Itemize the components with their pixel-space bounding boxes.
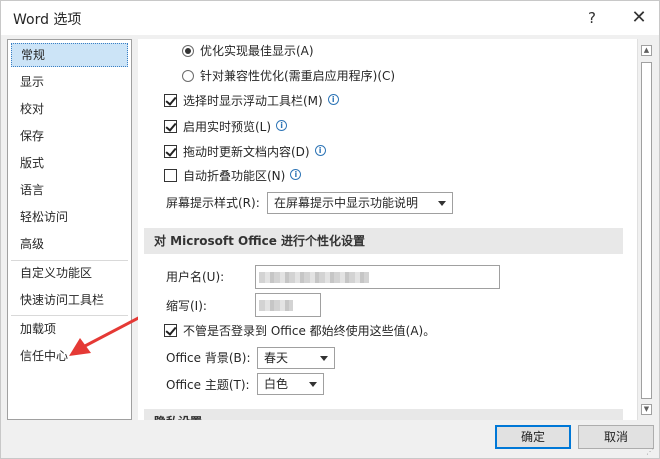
checkbox-always-use-label: 不管是否登录到 Office 都始终使用这些值(A)。 (183, 324, 436, 338)
nav-item-accessibility[interactable]: 轻松访问 (11, 205, 128, 229)
nav-item-typography[interactable]: 版式 (11, 151, 128, 175)
section-personalize-header: 对 Microsoft Office 进行个性化设置 (144, 228, 623, 254)
resize-grip-icon[interactable]: ⋰ (646, 447, 654, 456)
options-category-list: 常规 显示 校对 保存 版式 语言 轻松访问 高级 自定义功能区 快速访问工具栏… (7, 39, 132, 420)
ok-button[interactable]: 确定 (495, 425, 571, 449)
screentip-style-value: 在屏幕提示中显示功能说明 (274, 196, 419, 210)
chevron-down-icon (320, 356, 328, 361)
chevron-down-icon (438, 201, 446, 206)
office-background-dropdown[interactable]: 春天 (257, 347, 335, 369)
radio-unselected-icon (182, 70, 194, 82)
checkbox-drag-update[interactable]: 拖动时更新文档内容(D) i (164, 142, 326, 162)
username-input[interactable] (255, 265, 500, 289)
checkbox-mini-toolbar[interactable]: 选择时显示浮动工具栏(M) i (164, 91, 339, 111)
radio-optimize-label: 优化实现最佳显示(A) (200, 44, 314, 58)
info-icon: i (290, 169, 302, 180)
checkbox-live-preview-label: 启用实时预览(L) (183, 120, 272, 134)
nav-item-advanced[interactable]: 高级 (11, 232, 128, 256)
checkbox-checked-icon (164, 324, 177, 337)
checkbox-checked-icon (164, 145, 177, 158)
office-theme-value: 白色 (264, 377, 289, 391)
initials-label: 缩写(I): (166, 299, 207, 313)
nav-item-proofing[interactable]: 校对 (11, 97, 128, 121)
nav-item-quick-access-toolbar[interactable]: 快速访问工具栏 (11, 288, 128, 312)
nav-item-customize-ribbon[interactable]: 自定义功能区 (11, 261, 128, 285)
close-button[interactable]: ✕ (625, 5, 653, 31)
initials-input[interactable] (255, 293, 321, 317)
checkbox-drag-update-label: 拖动时更新文档内容(D) (183, 145, 310, 159)
screentip-style-label: 屏幕提示样式(R): (166, 196, 260, 210)
help-button[interactable]: ? (578, 5, 606, 31)
nav-item-save[interactable]: 保存 (11, 124, 128, 148)
radio-compatibility[interactable]: 针对兼容性优化(需重启应用程序)(C) (182, 66, 395, 86)
content-scrollbar[interactable]: ▲ ▼ (637, 39, 654, 420)
checkbox-mini-toolbar-label: 选择时显示浮动工具栏(M) (183, 94, 323, 108)
radio-selected-icon (182, 45, 194, 57)
checkbox-checked-icon (164, 120, 177, 133)
section-privacy-header: 隐私设置 (144, 409, 623, 420)
word-options-dialog: Word 选项 ? ✕ 常规 显示 校对 保存 版式 语言 轻松访问 高级 自定… (0, 0, 660, 459)
redacted-text (259, 272, 369, 283)
nav-item-language[interactable]: 语言 (11, 178, 128, 202)
general-options-panel: 优化实现最佳显示(A) 针对兼容性优化(需重启应用程序)(C) 选择时显示浮动工… (138, 39, 637, 420)
scroll-down-arrow-icon[interactable]: ▼ (641, 404, 652, 415)
checkbox-collapse-label: 自动折叠功能区(N) (183, 169, 286, 183)
checkbox-collapse-ribbon[interactable]: 自动折叠功能区(N) i (164, 166, 302, 186)
checkbox-live-preview[interactable]: 启用实时预览(L) i (164, 117, 288, 137)
cancel-button[interactable]: 取消 (578, 425, 654, 449)
info-icon: i (327, 94, 339, 105)
scroll-up-arrow-icon[interactable]: ▲ (641, 45, 652, 56)
info-icon: i (314, 145, 326, 156)
chevron-down-icon (309, 382, 317, 387)
scroll-thumb[interactable] (641, 62, 652, 399)
window-title: Word 选项 (13, 12, 82, 28)
office-theme-dropdown[interactable]: 白色 (257, 373, 324, 395)
radio-optimize-display[interactable]: 优化实现最佳显示(A) (182, 41, 314, 61)
title-bar: Word 选项 ? ✕ (1, 1, 659, 35)
checkbox-always-use-values[interactable]: 不管是否登录到 Office 都始终使用这些值(A)。 (164, 321, 435, 341)
nav-item-general[interactable]: 常规 (11, 43, 128, 67)
redacted-text (259, 300, 293, 311)
info-icon: i (276, 120, 288, 131)
radio-compat-label: 针对兼容性优化(需重启应用程序)(C) (200, 69, 396, 83)
office-background-label: Office 背景(B): (166, 351, 251, 365)
office-theme-label: Office 主题(T): (166, 378, 250, 392)
checkbox-unchecked-icon (164, 169, 177, 182)
checkbox-checked-icon (164, 94, 177, 107)
office-background-value: 春天 (264, 351, 289, 365)
username-label: 用户名(U): (166, 270, 225, 284)
screentip-style-dropdown[interactable]: 在屏幕提示中显示功能说明 (267, 192, 453, 214)
nav-item-display[interactable]: 显示 (11, 70, 128, 94)
